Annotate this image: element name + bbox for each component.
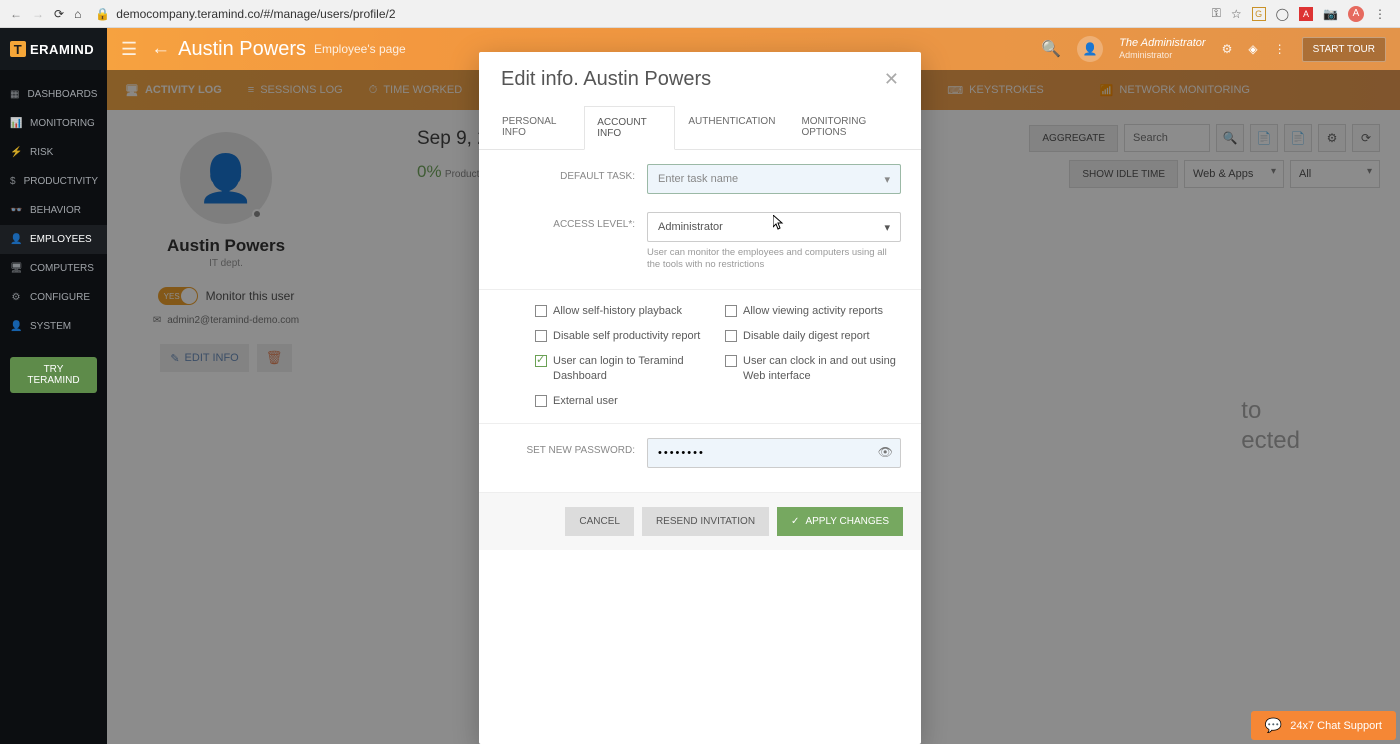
star-icon[interactable]: ☆ — [1231, 7, 1242, 21]
start-tour-button[interactable]: START TOUR — [1302, 37, 1386, 62]
monitor-icon: 🖥 — [10, 263, 22, 274]
nav-home-icon[interactable]: ⌂ — [74, 7, 81, 21]
profile-chip[interactable]: A — [1348, 6, 1364, 22]
check-external-user[interactable]: External user — [535, 394, 711, 409]
nav-fwd-icon[interactable]: → — [32, 7, 44, 21]
eye-icon[interactable]: 👁 — [878, 445, 893, 459]
modal-title: Edit info. Austin Powers — [501, 68, 711, 91]
kebab-icon[interactable]: ⋮ — [1374, 7, 1386, 21]
chart-icon: 📊 — [10, 118, 22, 129]
top-user-role: Administrator — [1119, 49, 1205, 61]
modal-tab-personal[interactable]: PERSONAL INFO — [489, 105, 584, 149]
password-input[interactable] — [647, 438, 901, 468]
page-title: Austin Powers — [178, 38, 306, 61]
hamburger-icon[interactable]: ☰ — [107, 39, 151, 60]
top-avatar-icon[interactable]: 👤 — [1077, 36, 1103, 62]
sidebar-item-employees[interactable]: 👤EMPLOYEES — [0, 225, 107, 254]
chevron-down-icon: ▾ — [884, 173, 890, 186]
top-user-name: The Administrator — [1119, 37, 1205, 49]
more-icon[interactable]: ⋮ — [1274, 42, 1286, 56]
divider — [479, 423, 921, 424]
check-clock-web[interactable]: User can clock in and out using Web inte… — [725, 354, 901, 384]
sidebar-item-configure[interactable]: ⚙CONFIGURE — [0, 283, 107, 312]
browser-right-icons: ⚿ ☆ G ◯ A 📷 A ⋮ — [1204, 6, 1394, 22]
ext1-icon[interactable]: G — [1252, 7, 1266, 21]
default-task-label: DEFAULT TASK: — [499, 164, 647, 182]
password-label: SET NEW PASSWORD: — [499, 438, 647, 456]
access-level-dropdown[interactable]: Administrator ▾ — [647, 212, 901, 242]
glasses-icon: 👓 — [10, 205, 22, 216]
sidebar-item-risk[interactable]: ⚡RISK — [0, 138, 107, 167]
url-text: democompany.teramind.co/#/manage/users/p… — [116, 7, 395, 21]
edit-info-modal: Edit info. Austin Powers ✕ PERSONAL INFO… — [479, 52, 921, 744]
address-bar[interactable]: 🔒 democompany.teramind.co/#/manage/users… — [91, 3, 1193, 25]
check-self-history[interactable]: Allow self-history playback — [535, 304, 711, 319]
search-icon[interactable]: 🔍 — [1041, 39, 1061, 59]
logo-text: ERAMIND — [30, 42, 94, 57]
lock-icon: 🔒 — [95, 7, 110, 21]
logo[interactable]: T ERAMIND — [0, 28, 107, 70]
default-task-dropdown[interactable]: Enter task name ▾ — [647, 164, 901, 194]
cancel-button[interactable]: CANCEL — [565, 507, 634, 536]
chat-icon: 💬 — [1265, 717, 1282, 734]
person-icon: 👤 — [10, 234, 22, 245]
grid-icon: ▦ — [10, 89, 19, 100]
modal-tab-auth[interactable]: AUTHENTICATION — [675, 105, 788, 149]
back-arrow-icon[interactable]: ← — [151, 38, 178, 60]
ext2-icon[interactable]: ◯ — [1276, 7, 1289, 21]
sidebar-item-monitoring[interactable]: 📊MONITORING — [0, 109, 107, 138]
sidebar-item-system[interactable]: 👤SYSTEM — [0, 312, 107, 341]
chevron-down2-icon: ▾ — [884, 221, 890, 234]
sidebar-item-computers[interactable]: 🖥COMPUTERS — [0, 254, 107, 283]
page-subtitle: Employee's page — [314, 42, 406, 56]
access-level-label: ACCESS LEVEL*: — [499, 212, 647, 230]
check-icon: ✓ — [791, 516, 799, 527]
sidebar-item-productproductivity[interactable]: $PRODUCTIVITY — [0, 167, 107, 196]
modal-tabs: PERSONAL INFO ACCOUNT INFO AUTHENTICATIO… — [479, 105, 921, 150]
checkbox-icon — [725, 330, 737, 342]
checkbox-icon — [725, 305, 737, 317]
apply-changes-button[interactable]: ✓APPLY CHANGES — [777, 507, 903, 536]
gear-icon[interactable]: ⚙ — [1222, 42, 1233, 56]
chat-support-button[interactable]: 💬 24x7 Chat Support — [1251, 711, 1396, 740]
checkbox-checked-icon — [535, 355, 547, 367]
check-activity-reports[interactable]: Allow viewing activity reports — [725, 304, 901, 319]
sidebar: ▦DASHBOARDS 📊MONITORING ⚡RISK $PRODUCTIV… — [0, 70, 107, 744]
sidebar-item-behavior[interactable]: 👓BEHAVIOR — [0, 196, 107, 225]
ext3-icon[interactable]: A — [1299, 7, 1313, 21]
resend-invitation-button[interactable]: RESEND INVITATION — [642, 507, 769, 536]
modal-tab-account[interactable]: ACCOUNT INFO — [584, 106, 675, 150]
access-level-value: Administrator — [658, 221, 723, 233]
access-level-help: User can monitor the employees and compu… — [647, 247, 901, 271]
default-task-value: Enter task name — [658, 173, 738, 185]
top-user-block: The Administrator Administrator — [1119, 37, 1205, 61]
modal-close-button[interactable]: ✕ — [884, 69, 899, 90]
user-icon: 👤 — [10, 321, 22, 332]
diamond-icon[interactable]: ◈ — [1248, 42, 1257, 56]
divider — [479, 289, 921, 290]
browser-chrome: ← → ⟳ ⌂ 🔒 democompany.teramind.co/#/mana… — [0, 0, 1400, 28]
close-icon: ✕ — [884, 69, 899, 89]
logo-mark-icon: T — [10, 41, 26, 57]
try-teramind-button[interactable]: TRY TERAMIND — [10, 357, 97, 393]
bolt-icon: ⚡ — [10, 147, 22, 158]
ext4-icon[interactable]: 📷 — [1323, 7, 1338, 21]
checkbox-icon — [535, 330, 547, 342]
permission-checks: Allow self-history playback Allow viewin… — [499, 304, 901, 417]
modal-tab-monitoring[interactable]: MONITORING OPTIONS — [788, 105, 911, 149]
check-login-dashboard[interactable]: User can login to Teramind Dashboard — [535, 354, 711, 384]
sidebar-item-dashboards[interactable]: ▦DASHBOARDS — [0, 80, 107, 109]
key-icon[interactable]: ⚿ — [1212, 6, 1221, 21]
checkbox-icon — [535, 395, 547, 407]
cog-icon: ⚙ — [10, 292, 22, 303]
checkbox-icon — [725, 355, 737, 367]
dollar-icon: $ — [10, 176, 16, 187]
nav-back-icon[interactable]: ← — [10, 7, 22, 21]
check-disable-digest[interactable]: Disable daily digest report — [725, 329, 901, 344]
nav-reload-icon[interactable]: ⟳ — [54, 7, 64, 21]
checkbox-icon — [535, 305, 547, 317]
check-disable-productivity[interactable]: Disable self productivity report — [535, 329, 711, 344]
